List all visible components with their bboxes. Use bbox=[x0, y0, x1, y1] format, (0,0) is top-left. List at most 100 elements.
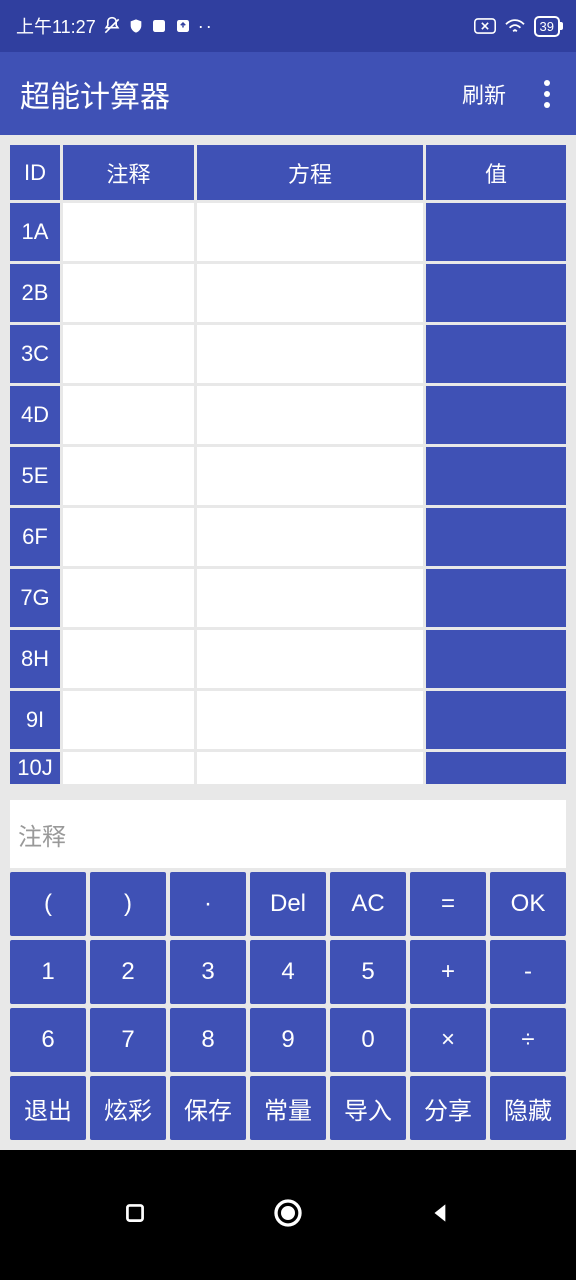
cell-note[interactable] bbox=[63, 630, 194, 688]
cell-note[interactable] bbox=[63, 691, 194, 749]
app-bar: 超能计算器 刷新 bbox=[0, 52, 576, 135]
cell-equation[interactable] bbox=[197, 691, 423, 749]
table-header: ID 注释 方程 值 bbox=[10, 145, 566, 200]
mute-icon bbox=[102, 16, 122, 36]
cell-id: 3C bbox=[10, 325, 60, 383]
key-·[interactable]: · bbox=[170, 872, 246, 936]
upload-icon bbox=[174, 17, 192, 35]
cell-value bbox=[426, 203, 566, 261]
wifi-icon bbox=[504, 17, 526, 35]
table-row[interactable]: 8H bbox=[10, 630, 566, 688]
cell-id: 8H bbox=[10, 630, 60, 688]
cell-id: 7G bbox=[10, 569, 60, 627]
cell-equation[interactable] bbox=[197, 447, 423, 505]
key-([interactable]: ( bbox=[10, 872, 86, 936]
menu-button[interactable] bbox=[538, 80, 556, 108]
key-保存[interactable]: 保存 bbox=[170, 1076, 246, 1140]
key-÷[interactable]: ÷ bbox=[490, 1008, 566, 1072]
key-+[interactable]: + bbox=[410, 940, 486, 1004]
key-导入[interactable]: 导入 bbox=[330, 1076, 406, 1140]
cell-note[interactable] bbox=[63, 386, 194, 444]
table: ID 注释 方程 值 1A2B3C4D5E6F7G8H9I10J bbox=[10, 145, 566, 800]
cell-equation[interactable] bbox=[197, 264, 423, 322]
status-bar: 上午11:27 ·· 39 bbox=[0, 0, 576, 52]
cell-equation[interactable] bbox=[197, 325, 423, 383]
cell-note[interactable] bbox=[63, 447, 194, 505]
key-炫彩[interactable]: 炫彩 bbox=[90, 1076, 166, 1140]
key-常量[interactable]: 常量 bbox=[250, 1076, 326, 1140]
table-row[interactable]: 7G bbox=[10, 569, 566, 627]
table-row[interactable]: 4D bbox=[10, 386, 566, 444]
key-=[interactable]: = bbox=[410, 872, 486, 936]
cell-equation[interactable] bbox=[197, 203, 423, 261]
cell-id: 9I bbox=[10, 691, 60, 749]
table-row[interactable]: 3C bbox=[10, 325, 566, 383]
cell-equation[interactable] bbox=[197, 508, 423, 566]
table-row[interactable]: 10J bbox=[10, 752, 566, 784]
key-)[interactable]: ) bbox=[90, 872, 166, 936]
cell-note[interactable] bbox=[63, 203, 194, 261]
cell-value bbox=[426, 569, 566, 627]
key-分享[interactable]: 分享 bbox=[410, 1076, 486, 1140]
table-row[interactable]: 1A bbox=[10, 203, 566, 261]
close-box-icon bbox=[474, 18, 496, 34]
cell-note[interactable] bbox=[63, 752, 194, 784]
key-Del[interactable]: Del bbox=[250, 872, 326, 936]
status-time: 上午11:27 bbox=[16, 13, 96, 39]
cell-id: 2B bbox=[10, 264, 60, 322]
cell-equation[interactable] bbox=[197, 569, 423, 627]
key-退出[interactable]: 退出 bbox=[10, 1076, 86, 1140]
key-7[interactable]: 7 bbox=[90, 1008, 166, 1072]
cell-value bbox=[426, 691, 566, 749]
cell-value bbox=[426, 630, 566, 688]
cell-equation[interactable] bbox=[197, 630, 423, 688]
nav-bar bbox=[0, 1150, 576, 1280]
cell-id: 10J bbox=[10, 752, 60, 784]
table-row[interactable]: 9I bbox=[10, 691, 566, 749]
battery-icon: 39 bbox=[534, 16, 560, 37]
key-×[interactable]: × bbox=[410, 1008, 486, 1072]
key-1[interactable]: 1 bbox=[10, 940, 86, 1004]
cell-id: 1A bbox=[10, 203, 60, 261]
cell-id: 4D bbox=[10, 386, 60, 444]
table-row[interactable]: 2B bbox=[10, 264, 566, 322]
nav-recent[interactable] bbox=[122, 1200, 148, 1231]
square-icon bbox=[150, 17, 168, 35]
cell-equation[interactable] bbox=[197, 752, 423, 784]
cell-value bbox=[426, 386, 566, 444]
key-8[interactable]: 8 bbox=[170, 1008, 246, 1072]
cell-note[interactable] bbox=[63, 325, 194, 383]
cell-value bbox=[426, 325, 566, 383]
cell-id: 6F bbox=[10, 508, 60, 566]
table-body[interactable]: 1A2B3C4D5E6F7G8H9I10J bbox=[10, 200, 566, 800]
refresh-button[interactable]: 刷新 bbox=[462, 78, 506, 110]
key-隐藏[interactable]: 隐藏 bbox=[490, 1076, 566, 1140]
cell-note[interactable] bbox=[63, 264, 194, 322]
cell-value bbox=[426, 447, 566, 505]
cell-equation[interactable] bbox=[197, 386, 423, 444]
cell-note[interactable] bbox=[63, 569, 194, 627]
key-2[interactable]: 2 bbox=[90, 940, 166, 1004]
cell-value bbox=[426, 752, 566, 784]
content-area: ID 注释 方程 值 1A2B3C4D5E6F7G8H9I10J 注释 ()·D… bbox=[0, 135, 576, 1150]
nav-back[interactable] bbox=[428, 1200, 454, 1231]
key-9[interactable]: 9 bbox=[250, 1008, 326, 1072]
table-row[interactable]: 5E bbox=[10, 447, 566, 505]
key-AC[interactable]: AC bbox=[330, 872, 406, 936]
key-3[interactable]: 3 bbox=[170, 940, 246, 1004]
header-value: 值 bbox=[426, 145, 566, 200]
table-row[interactable]: 6F bbox=[10, 508, 566, 566]
key--[interactable]: - bbox=[490, 940, 566, 1004]
key-6[interactable]: 6 bbox=[10, 1008, 86, 1072]
app-title: 超能计算器 bbox=[20, 72, 170, 116]
cell-value bbox=[426, 508, 566, 566]
key-OK[interactable]: OK bbox=[490, 872, 566, 936]
key-4[interactable]: 4 bbox=[250, 940, 326, 1004]
shield-icon bbox=[128, 18, 144, 34]
key-0[interactable]: 0 bbox=[330, 1008, 406, 1072]
cell-note[interactable] bbox=[63, 508, 194, 566]
nav-home[interactable] bbox=[272, 1197, 304, 1234]
note-input[interactable]: 注释 bbox=[10, 800, 566, 868]
key-5[interactable]: 5 bbox=[330, 940, 406, 1004]
more-dots: ·· bbox=[198, 16, 214, 37]
